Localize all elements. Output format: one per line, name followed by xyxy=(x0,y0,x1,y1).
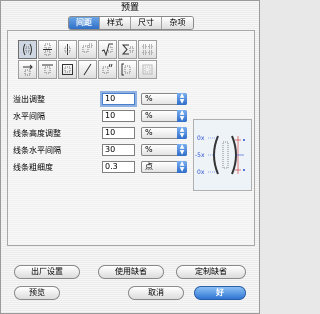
horizontal-spacing-input[interactable]: 10 xyxy=(102,110,135,122)
preview-mid-label: -5x xyxy=(195,152,205,159)
line-height-unit-value: % xyxy=(145,128,153,137)
preview-top-label: 0x xyxy=(197,135,205,142)
line-height-unit-select[interactable]: % ▲ ▼ xyxy=(141,127,187,139)
fraction-icon[interactable] xyxy=(38,40,57,59)
set-default-button[interactable]: 定制缺省 xyxy=(176,265,246,279)
settings-panel: 溢出调整 10 % ▲▼ 水平间隔 10 % ▲▼ 线条高度调整 10 % xyxy=(7,30,255,246)
overflow-input[interactable]: 10 xyxy=(102,93,135,105)
line-horizontal-input[interactable]: 30 xyxy=(102,144,135,156)
preferences-window: 预置 间距 样式 尺寸 杂项 溢出调整 10 % ▲ ▼ 水平间隔 10 % ▲… xyxy=(0,0,260,314)
field-row-line-height: 线条高度调整 10 % ▲ ▼ xyxy=(13,127,193,141)
select-arrows-icon: ▲ ▼ xyxy=(177,93,187,105)
window-title: 预置 xyxy=(120,3,139,13)
horizontal-spacing-unit-value: % xyxy=(145,111,153,120)
cancel-button[interactable]: 取消 xyxy=(128,286,184,300)
line-thickness-unit-select[interactable]: 点 ▲ ▼ xyxy=(141,161,187,173)
line-height-label: 线条高度调整 xyxy=(13,129,61,138)
line-thickness-input[interactable]: 0.3 xyxy=(102,161,135,173)
use-default-button[interactable]: 使用缺省 xyxy=(98,265,164,279)
tab-size[interactable]: 尺寸 xyxy=(131,17,162,29)
select-arrows-icon: ▲ ▼ xyxy=(177,144,187,156)
frame-icon[interactable] xyxy=(58,60,77,79)
vertical-bar-icon[interactable] xyxy=(58,40,77,59)
preview-button[interactable]: 预览 xyxy=(14,286,60,300)
sum-icon[interactable] xyxy=(118,40,137,59)
field-row-overflow: 溢出调整 10 % ▲ ▼ xyxy=(13,93,193,107)
line-thickness-label: 线条粗细度 xyxy=(13,163,53,172)
tab-spacing[interactable]: 间距 xyxy=(69,17,100,29)
ok-button[interactable]: 好 xyxy=(194,286,246,300)
radical-icon[interactable] xyxy=(98,40,117,59)
select-arrows-icon: ▲ ▼ xyxy=(177,110,187,122)
dim-box-icon[interactable] xyxy=(138,60,157,79)
overflow-unit-value: % xyxy=(145,94,153,103)
parentheses-icon[interactable] xyxy=(18,40,37,59)
field-row-line-horizontal: 线条水平间隔 30 % ▲ ▼ xyxy=(13,144,193,158)
arrow-icon[interactable] xyxy=(18,60,37,79)
overflow-unit-select[interactable]: % ▲ ▼ xyxy=(141,93,187,105)
line-thickness-unit-value: 点 xyxy=(145,162,153,171)
horizontal-spacing-unit-select[interactable]: % ▲ ▼ xyxy=(141,110,187,122)
overflow-label: 溢出调整 xyxy=(13,95,45,104)
preview-bottom-label: 0x xyxy=(197,169,205,176)
subscript-icon[interactable] xyxy=(78,40,97,59)
bracket-box-icon[interactable] xyxy=(118,60,137,79)
line-horizontal-unit-value: % xyxy=(145,145,153,154)
field-row-line-thickness: 线条粗细度 0.3 点 ▲ ▼ xyxy=(13,161,193,175)
slash-icon[interactable] xyxy=(78,60,97,79)
box-icon[interactable] xyxy=(38,60,57,79)
factory-settings-button[interactable]: 出厂设置 xyxy=(14,265,80,279)
horizontal-spacing-label: 水平间隔 xyxy=(13,112,45,121)
field-row-horizontal-spacing: 水平间隔 10 % ▲ ▼ xyxy=(13,110,193,124)
tab-misc[interactable]: 杂项 xyxy=(162,17,193,29)
tab-bar: 间距 样式 尺寸 杂项 xyxy=(68,16,194,30)
line-horizontal-label: 线条水平间隔 xyxy=(13,146,61,155)
template-toolbar xyxy=(18,40,168,80)
select-arrows-icon: ▲ ▼ xyxy=(177,161,187,173)
spacing-fields: 溢出调整 10 % ▲▼ 水平间隔 10 % ▲▼ 线条高度调整 10 % xyxy=(13,93,193,178)
tab-style[interactable]: 样式 xyxy=(100,17,131,29)
prime-icon[interactable] xyxy=(98,60,117,79)
preview-diagram: 0x -5x 0x xyxy=(195,135,245,176)
line-horizontal-unit-select[interactable]: % ▲ ▼ xyxy=(141,144,187,156)
spacing-preview: 0x -5x 0x xyxy=(193,119,252,191)
matrix-icon[interactable] xyxy=(138,40,157,59)
select-arrows-icon: ▲ ▼ xyxy=(177,127,187,139)
line-height-input[interactable]: 10 xyxy=(102,127,135,139)
